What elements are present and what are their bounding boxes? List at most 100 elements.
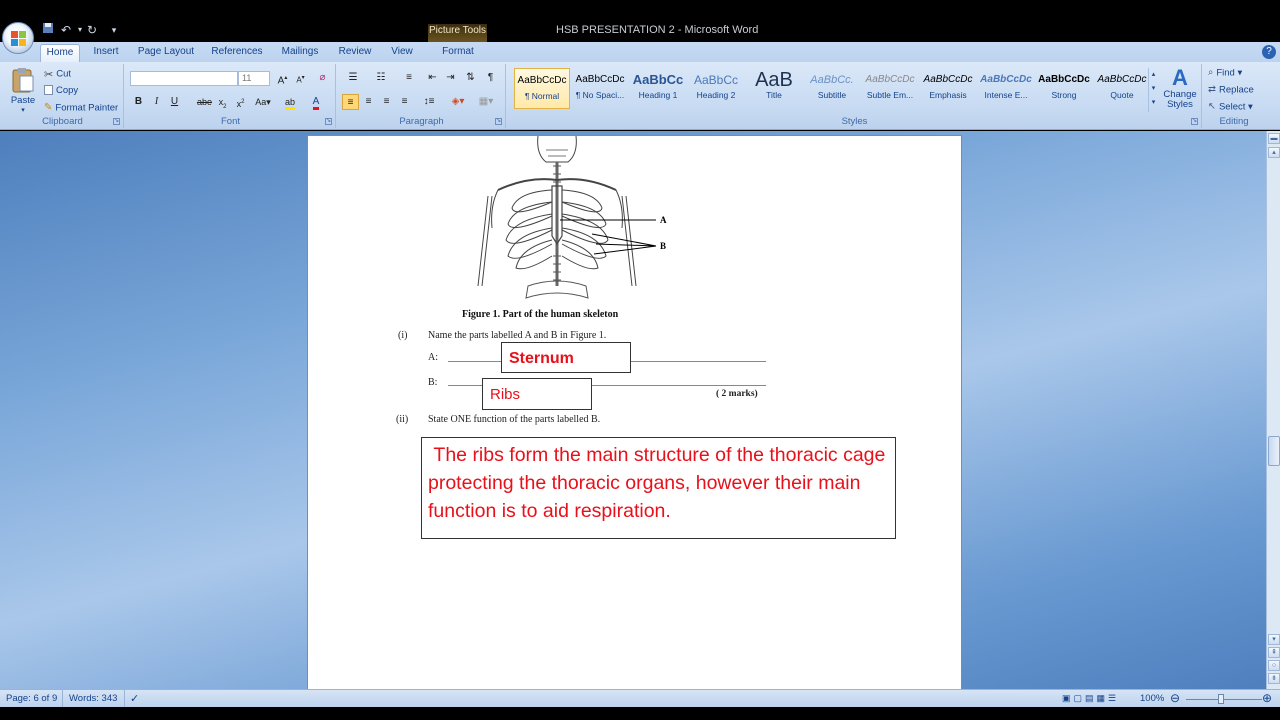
- ruler-toggle-icon[interactable]: ▬: [1268, 133, 1280, 144]
- zoom-in-icon[interactable]: ⊕: [1262, 691, 1272, 705]
- style-no-spacing[interactable]: AaBbCcDc ¶ No Spaci...: [572, 68, 628, 109]
- styles-gallery-scroll[interactable]: ▴ ▾ ▾: [1148, 68, 1158, 112]
- scroll-up-icon[interactable]: ▴: [1268, 147, 1280, 158]
- subscript-icon[interactable]: x2: [214, 94, 231, 110]
- document-page[interactable]: A B Figure 1. Part of the human skeleton…: [307, 135, 962, 689]
- binoculars-icon: ⌕: [1208, 67, 1214, 78]
- tab-insert[interactable]: Insert: [88, 44, 124, 62]
- borders-icon[interactable]: ▦▾: [474, 94, 498, 110]
- redo-icon[interactable]: ↻: [84, 22, 100, 38]
- style-sample: AaBbCcDc: [980, 74, 1032, 85]
- zoom-slider-thumb[interactable]: [1218, 694, 1224, 704]
- font-color-icon[interactable]: A: [306, 94, 326, 110]
- next-page-icon[interactable]: ⇟: [1268, 673, 1280, 684]
- answer-2-textbox[interactable]: The ribs form the main structure of the …: [421, 437, 896, 539]
- answer-a-textbox[interactable]: Sternum: [501, 342, 631, 373]
- font-name-combo[interactable]: [130, 71, 238, 86]
- zoom-slider-track[interactable]: [1186, 699, 1262, 700]
- style-quote[interactable]: AaBbCcDc Quote: [1094, 68, 1150, 109]
- font-size-combo[interactable]: 11: [238, 71, 270, 86]
- line-spacing-icon[interactable]: ↕≡: [418, 94, 440, 110]
- shrink-font-icon[interactable]: A▾: [292, 70, 309, 86]
- justify-icon[interactable]: ≡: [396, 94, 413, 110]
- font-launcher-icon[interactable]: ↘: [325, 118, 332, 125]
- scroll-thumb[interactable]: [1268, 436, 1280, 466]
- find-button[interactable]: ⌕ Find ▾: [1208, 67, 1242, 79]
- question-2-number: (ii): [396, 414, 409, 425]
- bullets-icon[interactable]: ☰: [342, 70, 364, 86]
- tab-mailings[interactable]: Mailings: [276, 44, 324, 62]
- change-styles-button[interactable]: A Change Styles: [1160, 66, 1200, 110]
- help-icon[interactable]: ?: [1262, 45, 1276, 59]
- select-browse-object-icon[interactable]: ○: [1268, 660, 1280, 671]
- figure-label-b: B: [660, 241, 667, 251]
- styles-launcher-icon[interactable]: ↘: [1191, 118, 1198, 125]
- tab-home[interactable]: Home: [40, 44, 80, 62]
- strikethrough-icon[interactable]: abe: [196, 94, 213, 110]
- style-heading-1[interactable]: AaBbCc Heading 1: [630, 68, 686, 109]
- grow-font-icon[interactable]: A▴: [274, 70, 291, 86]
- style-subtitle[interactable]: AaBbCc. Subtitle: [804, 68, 860, 109]
- show-formatting-marks-icon[interactable]: ¶: [482, 70, 499, 86]
- align-right-icon[interactable]: ≡: [378, 94, 395, 110]
- style-heading-2[interactable]: AaBbCc Heading 2: [688, 68, 744, 109]
- status-divider: [62, 690, 63, 707]
- tab-references[interactable]: References: [208, 44, 266, 62]
- decrease-indent-icon[interactable]: ⇤: [424, 70, 441, 86]
- previous-page-icon[interactable]: ⇞: [1268, 647, 1280, 658]
- paste-button[interactable]: Paste ▾: [8, 66, 38, 114]
- style-name: Heading 1: [638, 90, 678, 100]
- cut-button[interactable]: ✂ Cut: [44, 68, 71, 81]
- zoom-level[interactable]: 100%: [1140, 693, 1164, 704]
- select-button[interactable]: ↖ Select ▾: [1208, 101, 1253, 113]
- change-case-icon[interactable]: Aa▾: [252, 94, 274, 110]
- word-count[interactable]: Words: 343: [69, 693, 117, 704]
- align-left-icon[interactable]: ≡: [342, 94, 359, 110]
- page-count[interactable]: Page: 6 of 9: [6, 693, 57, 704]
- answer-b-textbox[interactable]: Ribs: [482, 378, 592, 410]
- style-title[interactable]: AaB Title: [746, 68, 802, 109]
- paste-label: Paste: [10, 95, 36, 106]
- clear-formatting-icon[interactable]: ⌀: [314, 70, 331, 86]
- marks-label: ( 2 marks): [716, 389, 758, 399]
- font-group-label: Font: [220, 116, 240, 127]
- replace-button[interactable]: ⇄ Replace: [1208, 84, 1254, 96]
- format-painter-button[interactable]: ✎ Format Painter: [44, 102, 118, 114]
- style-intense-emphasis[interactable]: AaBbCcDc Intense E...: [978, 68, 1034, 109]
- proofing-check-icon[interactable]: ✓: [130, 692, 139, 705]
- increase-indent-icon[interactable]: ⇥: [442, 70, 459, 86]
- scroll-down-icon[interactable]: ▾: [1268, 634, 1280, 645]
- multilevel-list-icon[interactable]: ≡: [398, 70, 420, 86]
- underline-icon[interactable]: U: [166, 94, 183, 110]
- skeleton-figure-image[interactable]: [468, 136, 688, 304]
- shading-icon[interactable]: ◈▾: [446, 94, 470, 110]
- style-name: ¶ Normal: [524, 91, 560, 101]
- tab-view[interactable]: View: [386, 44, 418, 62]
- numbering-icon[interactable]: ☷: [370, 70, 392, 86]
- paragraph-launcher-icon[interactable]: ↘: [495, 118, 502, 125]
- editing-group-label: Editing: [1219, 116, 1249, 127]
- style-normal[interactable]: AaBbCcDc ¶ Normal: [514, 68, 570, 109]
- vertical-scrollbar[interactable]: ▬ ▴ ▾ ⇞ ○ ⇟: [1266, 131, 1280, 689]
- italic-icon[interactable]: I: [148, 94, 165, 110]
- align-center-icon[interactable]: ≡: [360, 94, 377, 110]
- zoom-out-icon[interactable]: ⊖: [1170, 691, 1180, 705]
- office-button[interactable]: [2, 22, 34, 54]
- highlight-color-icon[interactable]: ab: [280, 94, 300, 110]
- save-icon[interactable]: [40, 22, 56, 38]
- tab-page-layout[interactable]: Page Layout: [134, 44, 198, 62]
- bold-icon[interactable]: B: [130, 94, 147, 110]
- clipboard-launcher-icon[interactable]: ↘: [113, 118, 120, 125]
- tab-format[interactable]: Format: [434, 44, 482, 62]
- style-subtle-emphasis[interactable]: AaBbCcDc Subtle Em...: [862, 68, 918, 109]
- superscript-icon[interactable]: x2: [232, 94, 249, 110]
- tab-review[interactable]: Review: [334, 44, 376, 62]
- sort-icon[interactable]: ⇅: [462, 70, 479, 86]
- copy-button[interactable]: Copy: [44, 85, 78, 96]
- style-strong[interactable]: AaBbCcDc Strong: [1036, 68, 1092, 109]
- customize-qat-icon[interactable]: ▾: [106, 22, 122, 38]
- style-emphasis[interactable]: AaBbCcDc Emphasis: [920, 68, 976, 109]
- styles-group-label: Styles: [841, 116, 868, 127]
- view-buttons-icons[interactable]: ▣▢▤▦☰: [1062, 693, 1119, 704]
- style-sample: AaBbCcDc: [865, 74, 915, 85]
